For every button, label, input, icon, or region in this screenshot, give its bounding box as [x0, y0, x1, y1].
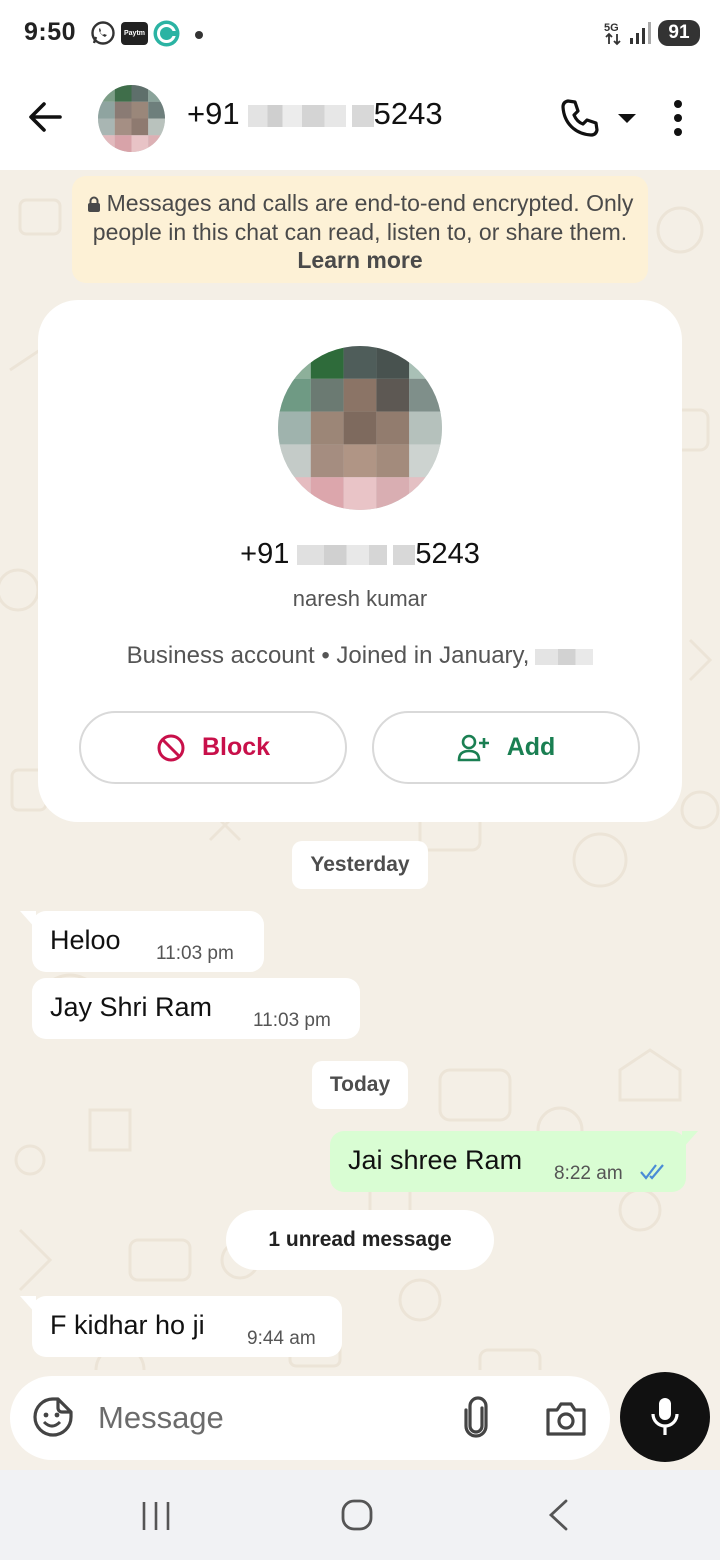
date-chip-yesterday: Yesterday	[292, 841, 428, 889]
message-composer	[10, 1376, 610, 1460]
redacted-digit	[393, 545, 416, 566]
status-time: 9:50	[24, 18, 77, 46]
message-bubble-incoming[interactable]: F kidhar ho ji 9:44 am	[20, 1296, 342, 1357]
message-time: 8:22 am	[554, 1163, 623, 1184]
notification-dot-icon	[195, 31, 203, 39]
business-info-text: Business account • Joined in January,	[126, 642, 530, 669]
lock-icon	[87, 196, 100, 212]
message-text: Heloo	[50, 925, 121, 955]
chat-header: +91 5243	[0, 68, 720, 170]
contact-name: naresh kumar	[292, 586, 428, 611]
title-suffix: 5243	[373, 96, 443, 131]
signal-icon	[630, 22, 651, 44]
svg-text:5G: 5G	[604, 22, 619, 34]
camera-icon[interactable]	[544, 1398, 588, 1438]
add-label: Add	[506, 733, 556, 761]
encryption-text: Messages and calls are end-to-end encryp…	[92, 190, 634, 245]
block-button[interactable]: Block	[79, 711, 347, 784]
phone-icon[interactable]	[558, 96, 602, 140]
message-bubble-incoming[interactable]: Heloo 11:03 pm	[20, 911, 264, 972]
contact-phone-number: +91 5243	[38, 538, 682, 571]
message-bubble-outgoing[interactable]: Jai shree Ram 8:22 am	[330, 1131, 698, 1192]
block-label: Block	[201, 733, 271, 761]
block-icon	[157, 734, 185, 761]
voice-message-button[interactable]	[620, 1372, 710, 1462]
message-input[interactable]	[98, 1390, 418, 1446]
back-nav-icon[interactable]	[546, 1498, 570, 1532]
redacted-digits	[297, 545, 388, 566]
date-chip-today: Today	[312, 1061, 408, 1109]
contact-business-info: Business account • Joined in January,	[38, 642, 682, 670]
redacted-year	[535, 648, 594, 665]
title-prefix: +91	[187, 96, 240, 131]
redacted-digits	[247, 104, 346, 127]
contact-avatar[interactable]	[98, 85, 165, 152]
encryption-notice[interactable]: Messages and calls are end-to-end encryp…	[72, 176, 648, 283]
recent-apps-icon[interactable]	[140, 1500, 172, 1532]
home-icon[interactable]	[340, 1498, 374, 1532]
paytm-icon: Paytm	[121, 22, 148, 45]
back-arrow-icon[interactable]	[22, 94, 68, 140]
message-time: 11:03 pm	[253, 1010, 331, 1031]
add-person-icon	[457, 734, 489, 761]
microphone-icon	[651, 1398, 679, 1435]
add-contact-button[interactable]: Add	[372, 711, 640, 784]
phone-suffix: 5243	[415, 538, 480, 570]
message-text: Jay Shri Ram	[50, 992, 213, 1022]
message-time: 9:44 am	[247, 1328, 316, 1349]
more-vert-icon[interactable]	[662, 96, 694, 142]
phone-prefix: +91	[240, 538, 290, 570]
battery-icon: 91	[658, 20, 700, 46]
redacted-digit	[351, 104, 374, 127]
message-time: 11:03 pm	[156, 943, 234, 964]
bubble-tail	[682, 1131, 698, 1149]
attach-icon[interactable]	[458, 1396, 494, 1440]
unread-messages-divider: 1 unread message	[226, 1210, 494, 1270]
contact-info-card: +91 5243 naresh kumar Business account • …	[38, 300, 682, 822]
contact-profile-photo[interactable]	[278, 346, 442, 510]
chat-title[interactable]: +91 5243	[187, 96, 443, 132]
read-receipt-icon	[640, 1164, 664, 1180]
message-bubble-incoming[interactable]: Jay Shri Ram 11:03 pm	[32, 978, 360, 1039]
sticker-icon[interactable]	[32, 1396, 74, 1438]
chevron-down-icon[interactable]	[614, 108, 640, 128]
bubble-tail	[20, 1296, 36, 1314]
learn-more-link[interactable]: Learn more	[297, 247, 422, 273]
system-navigation-bar	[0, 1470, 720, 1560]
whatsapp-icon	[91, 21, 115, 45]
5g-icon: 5G	[604, 22, 621, 46]
c-app-icon	[153, 20, 180, 47]
message-text: F kidhar ho ji	[50, 1310, 205, 1340]
message-text: Jai shree Ram	[348, 1145, 523, 1175]
bubble-tail	[20, 911, 36, 929]
status-bar: 9:50 Paytm 5G 91	[0, 0, 720, 68]
